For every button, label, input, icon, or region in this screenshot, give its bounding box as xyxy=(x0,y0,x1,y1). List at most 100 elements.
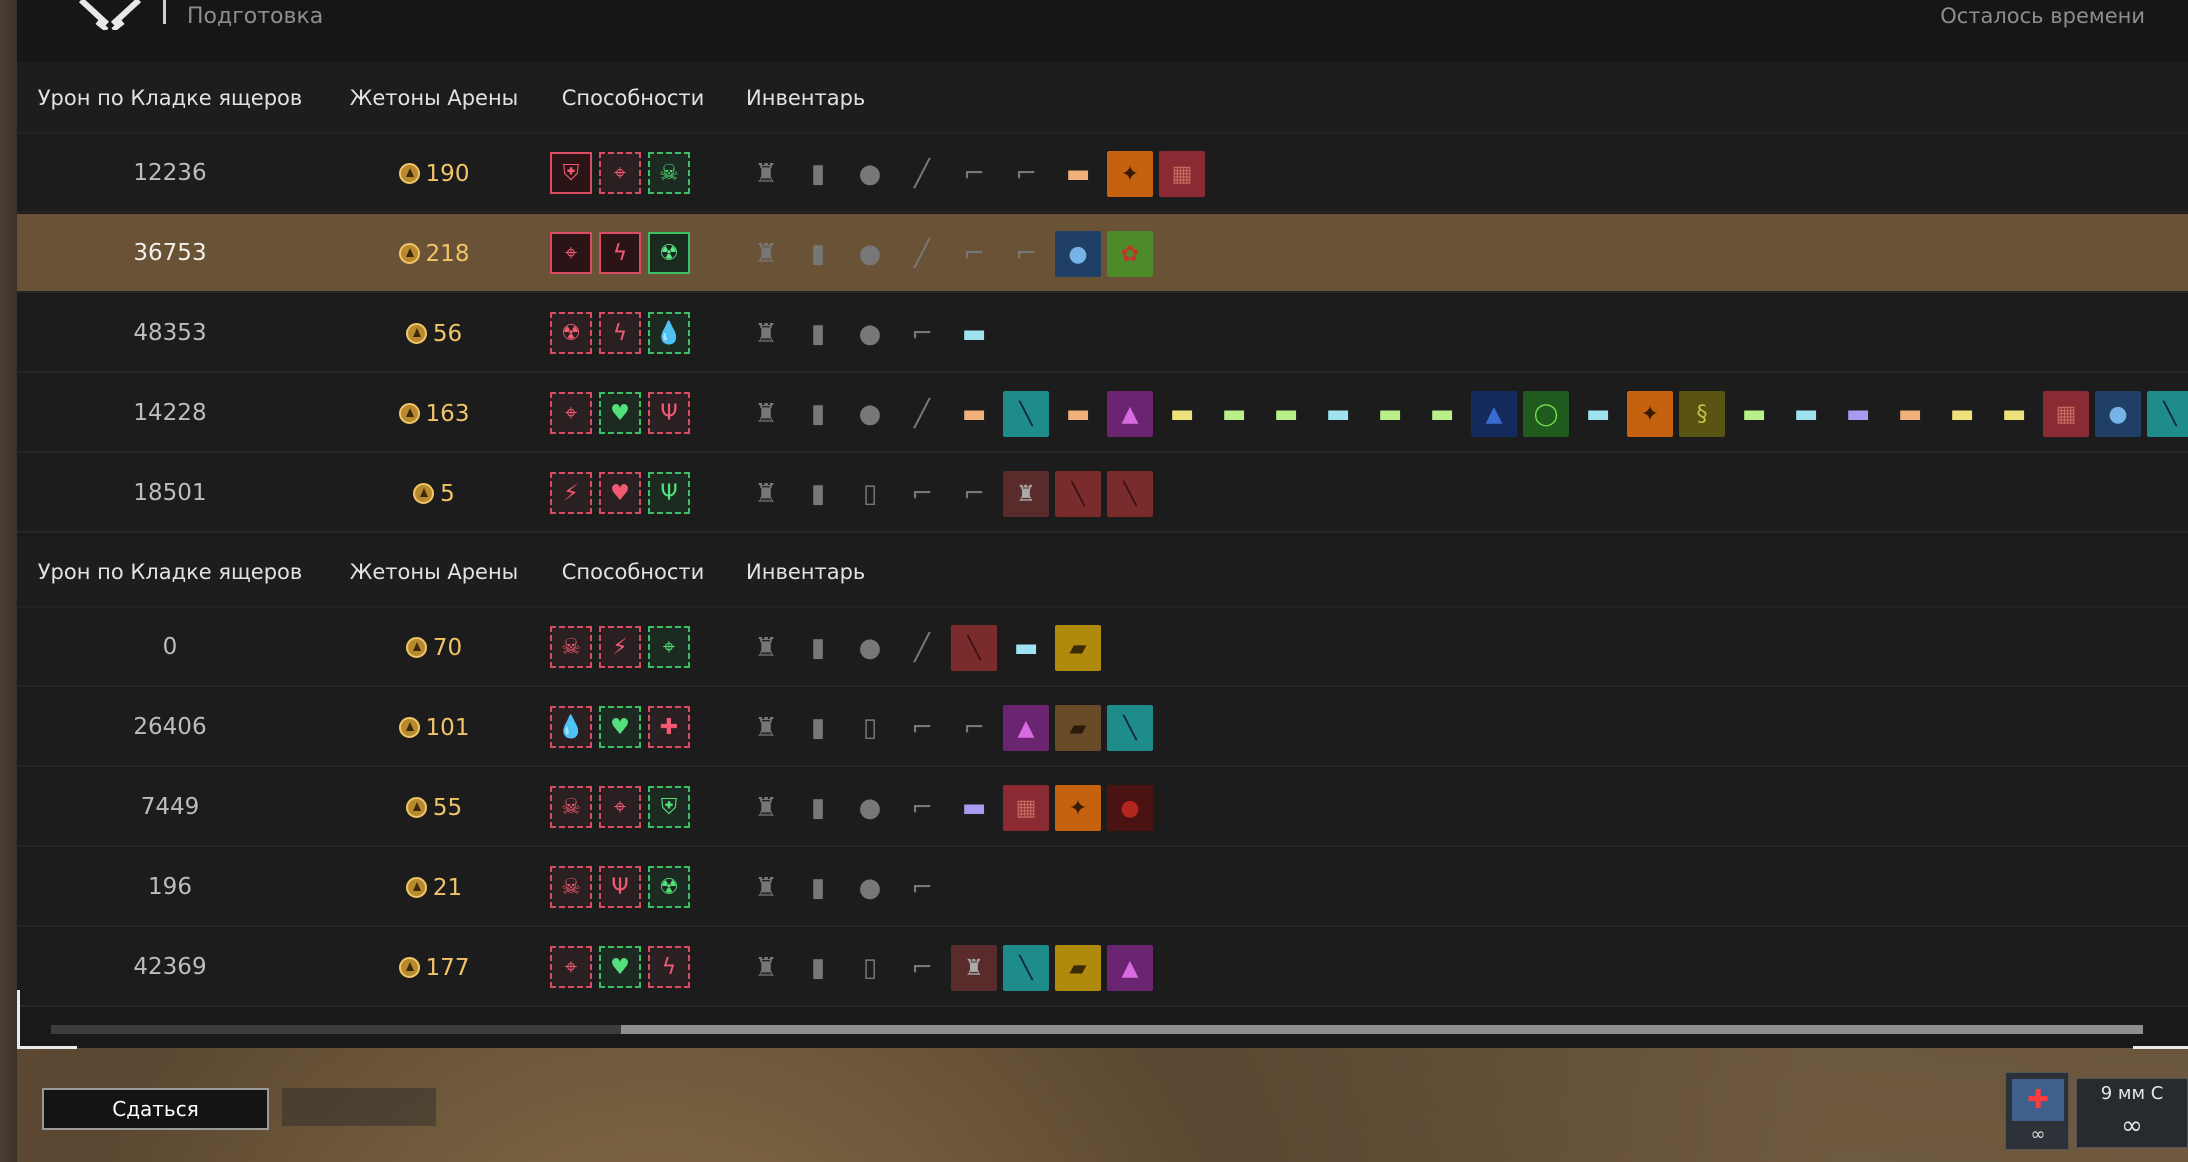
crosshair-icon[interactable]: ⌖ xyxy=(599,786,641,828)
purple-item-icon[interactable]: ▲ xyxy=(1107,391,1153,437)
runner-icon[interactable]: ⚡ xyxy=(550,472,592,514)
player-row[interactable]: 36753 218 ⌖ ϟ ☢ ♜ ▮ ● ╱ ⌐ ⌐ ● ✿ xyxy=(17,214,2188,293)
grenade-icon[interactable]: ● xyxy=(847,231,893,277)
ammo-blue-icon[interactable]: ▬ xyxy=(1575,391,1621,437)
purple-item-icon[interactable]: ▲ xyxy=(1003,705,1049,751)
orange-item-icon[interactable]: ✦ xyxy=(1107,151,1153,197)
claw-icon[interactable]: Ψ xyxy=(648,472,690,514)
rifle-icon[interactable]: ⌐ xyxy=(899,865,945,911)
skull-icon[interactable]: ☠ xyxy=(550,626,592,668)
ammo-orange-icon[interactable]: ▬ xyxy=(1055,151,1101,197)
grenade-icon[interactable]: ● xyxy=(847,785,893,831)
radiation-icon[interactable]: ☢ xyxy=(550,312,592,354)
column-header-tokens[interactable]: Жетоны Арены xyxy=(323,536,545,608)
ammo-green-icon[interactable]: ▬ xyxy=(1211,391,1257,437)
orange-item-icon[interactable]: ✦ xyxy=(1055,785,1101,831)
vest-icon[interactable]: ▮ xyxy=(795,391,841,437)
ammo-blue-icon[interactable]: ▬ xyxy=(951,311,997,357)
ammo-violet-icon[interactable]: ▬ xyxy=(1835,391,1881,437)
red-item-icon[interactable]: ╲ xyxy=(1107,471,1153,517)
ammo-blue-icon[interactable]: ▬ xyxy=(1003,625,1049,671)
pistol-icon[interactable]: ⌐ xyxy=(1003,151,1049,197)
knife-icon[interactable]: ╱ xyxy=(899,231,945,277)
rifle-icon[interactable]: ⌐ xyxy=(951,151,997,197)
player-row[interactable]: 14228 163 ⌖ ♥ Ψ ♜ ▮ ● ╱ ▬ ╲ ▬ ▲ ▬ ▬ ▬ ▬ ▬ ▬ ▲ ◯ ▬ ✦ § ▬ ▬ ▬ ▬ ▬ ▬ ▦ ● ╲ xyxy=(17,374,2188,453)
grenade-icon[interactable]: ● xyxy=(847,865,893,911)
ammo-green-icon[interactable]: ▬ xyxy=(1731,391,1777,437)
vest-icon[interactable]: ▮ xyxy=(795,945,841,991)
smg-icon[interactable]: ▯ xyxy=(847,705,893,751)
heart-plus-icon[interactable]: ♥ xyxy=(599,472,641,514)
claw-icon[interactable]: Ψ xyxy=(599,866,641,908)
rifle-icon[interactable]: ⌐ xyxy=(951,231,997,277)
yellow-item-icon[interactable]: ▰ xyxy=(1055,945,1101,991)
rifle-icon[interactable]: ⌐ xyxy=(899,311,945,357)
crosshair-icon[interactable]: ⌖ xyxy=(550,946,592,988)
red-item-icon[interactable]: ╲ xyxy=(951,625,997,671)
yellow-item-icon[interactable]: ▰ xyxy=(1055,625,1101,671)
rifle-icon[interactable]: ⌐ xyxy=(899,705,945,751)
armor-icon[interactable]: ♜ xyxy=(743,785,789,831)
column-header-damage[interactable]: Урон по Кладке ящеров xyxy=(17,62,323,134)
vest-icon[interactable]: ▮ xyxy=(795,311,841,357)
red-orb-icon[interactable]: ● xyxy=(1107,785,1153,831)
runner-icon[interactable]: ⚡ xyxy=(599,626,641,668)
heart-plus-icon[interactable]: ♥ xyxy=(599,946,641,988)
drop-plus-icon[interactable]: 💧 xyxy=(648,312,690,354)
lightning-ban-icon[interactable]: ϟ xyxy=(599,312,641,354)
knife-icon[interactable]: ╱ xyxy=(899,391,945,437)
olive-item-icon[interactable]: § xyxy=(1679,391,1725,437)
ammo-green-icon[interactable]: ▬ xyxy=(1419,391,1465,437)
skull-wings-icon[interactable]: ☠ xyxy=(550,866,592,908)
helmet-red-icon[interactable]: ♜ xyxy=(1003,471,1049,517)
skull-wings-icon[interactable]: ☠ xyxy=(648,152,690,194)
green-ring-icon[interactable]: ◯ xyxy=(1523,391,1569,437)
player-row[interactable]: 48353 56 ☢ ϟ 💧 ♜ ▮ ● ⌐ ▬ xyxy=(17,294,2188,373)
player-row[interactable]: 18501 5 ⚡ ♥ Ψ ♜ ▮ ▯ ⌐ ⌐ ♜ ╲ ╲ xyxy=(17,454,2188,533)
skull-icon[interactable]: ☠ xyxy=(550,786,592,828)
armor-icon[interactable]: ♜ xyxy=(743,705,789,751)
smg-icon[interactable]: ▯ xyxy=(847,945,893,991)
medkit-icon[interactable]: ✚ xyxy=(648,706,690,748)
brick-red-icon[interactable]: ▦ xyxy=(1159,151,1205,197)
teal-item-icon[interactable]: ╲ xyxy=(1003,945,1049,991)
grenade-icon[interactable]: ● xyxy=(847,151,893,197)
armor-icon[interactable]: ♜ xyxy=(743,231,789,277)
purple-item-icon[interactable]: ▲ xyxy=(1107,945,1153,991)
red-item-icon[interactable]: ╲ xyxy=(1055,471,1101,517)
grenade-icon[interactable]: ● xyxy=(847,311,893,357)
column-header-abilities[interactable]: Способности xyxy=(545,536,721,608)
ammo-green-icon[interactable]: ▬ xyxy=(1367,391,1413,437)
vest-icon[interactable]: ▮ xyxy=(795,865,841,911)
teal-item-icon[interactable]: ╲ xyxy=(1107,705,1153,751)
blue-bomb-icon[interactable]: ● xyxy=(2095,391,2141,437)
pistol-icon[interactable]: ⌐ xyxy=(951,705,997,751)
vest-icon[interactable]: ▮ xyxy=(795,625,841,671)
armor-icon[interactable]: ♜ xyxy=(743,151,789,197)
smg-icon[interactable]: ▯ xyxy=(847,471,893,517)
ammo-orange-icon[interactable]: ▬ xyxy=(951,391,997,437)
heart-plus-icon[interactable]: ♥ xyxy=(599,392,641,434)
armor-icon[interactable]: ♜ xyxy=(743,945,789,991)
medkit-slot[interactable]: ✚ ∞ xyxy=(2005,1072,2069,1150)
column-header-damage[interactable]: Урон по Кладке ящеров xyxy=(17,536,323,608)
shield-plus-icon[interactable]: ⛨ xyxy=(550,152,592,194)
blue-bomb-icon[interactable]: ● xyxy=(1055,231,1101,277)
helmet-red-icon[interactable]: ♜ xyxy=(951,945,997,991)
brown-item-icon[interactable]: ▰ xyxy=(1055,705,1101,751)
armor-icon[interactable]: ♜ xyxy=(743,471,789,517)
pistol-icon[interactable]: ⌐ xyxy=(1003,231,1049,277)
armor-icon[interactable]: ♜ xyxy=(743,311,789,357)
player-row[interactable]: 12236 190 ⛨ ⌖ ☠ ♜ ▮ ● ╱ ⌐ ⌐ ▬ ✦ ▦ xyxy=(17,134,2188,213)
teal-item-icon[interactable]: ╲ xyxy=(1003,391,1049,437)
pistol-icon[interactable]: ⌐ xyxy=(951,471,997,517)
blue-item-icon[interactable]: ▲ xyxy=(1471,391,1517,437)
player-row[interactable]: 7449 55 ☠ ⌖ ⛨ ♜ ▮ ● ⌐ ▬ ▦ ✦ ● xyxy=(17,768,2188,847)
player-row[interactable]: 0 70 ☠ ⚡ ⌖ ♜ ▮ ● ╱ ╲ ▬ ▰ xyxy=(17,608,2188,687)
armor-icon[interactable]: ♜ xyxy=(743,391,789,437)
vest-icon[interactable]: ▮ xyxy=(795,705,841,751)
lightning-ban-icon[interactable]: ϟ xyxy=(599,232,641,274)
green-potion-icon[interactable]: ✿ xyxy=(1107,231,1153,277)
ammo-green-icon[interactable]: ▬ xyxy=(1263,391,1309,437)
armor-icon[interactable]: ♜ xyxy=(743,625,789,671)
